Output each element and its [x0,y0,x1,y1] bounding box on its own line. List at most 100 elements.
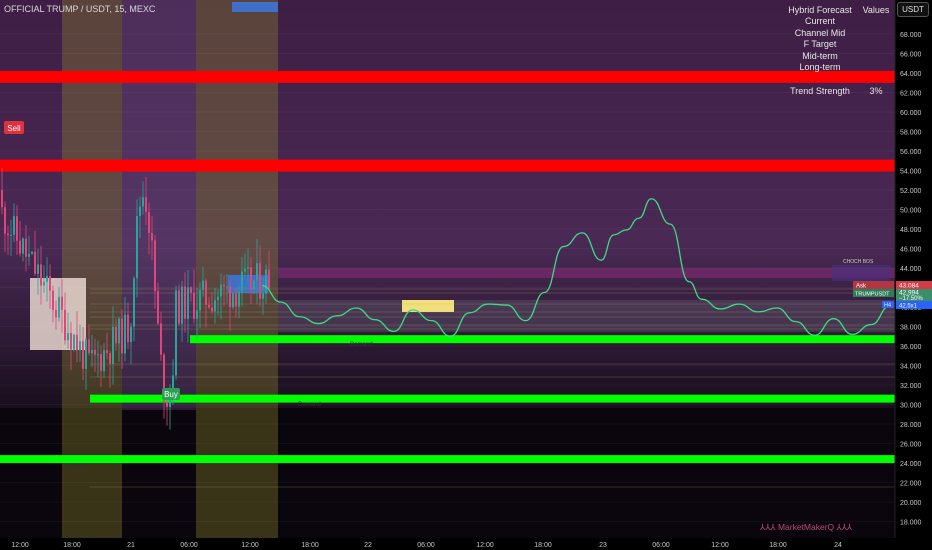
candle-body [22,238,24,254]
time-tick: 18:00 [63,542,81,549]
row-label: Long-term [799,62,841,73]
candle-body [238,291,240,307]
candle-body [130,326,132,343]
candle-body [178,290,180,324]
row-label: Current [804,16,835,27]
candle-body [232,293,234,308]
price-tick: 46.000 [900,247,922,254]
candle-body [55,310,57,318]
candle-body [217,296,219,301]
currency-button[interactable]: USDT [897,2,929,17]
table-row: Long-term [782,62,894,74]
symbol-title[interactable]: OFFICIAL TRUMP / USDT, 15, MEXC [4,4,155,14]
row-label: F Target [803,39,837,50]
candle-body [187,287,189,319]
candle-body [82,341,84,369]
demand-label-2: Demand [298,402,321,408]
candle-body [220,284,222,297]
candle-body [67,332,69,341]
order-block-top [232,2,278,12]
candle-body [235,293,237,307]
table-row: F Target [782,39,894,51]
time-tick: 23 [599,542,607,549]
time-tick: 06:00 [417,542,435,549]
supply-level [0,159,895,172]
candle-body [166,402,168,407]
candle-body [31,251,33,254]
candle-body [205,280,207,305]
candle-body [115,326,117,344]
candle-body [244,268,246,272]
candle-body [181,286,183,324]
candle-body [103,350,105,372]
candle-body [202,280,204,290]
demand-level [190,335,895,344]
candle-body [262,293,264,299]
price-tick: 24.000 [900,461,922,468]
candle-body [100,354,102,372]
time-tick: 18:00 [769,542,787,549]
price-tick: 68.000 [900,32,922,39]
candle-body [10,234,12,236]
candle-body [70,332,72,350]
time-tick: 24 [834,542,842,549]
candle-body [199,289,201,311]
price-tick: 64.000 [900,71,922,78]
candle-body [196,310,198,319]
price-tick: 56.000 [900,149,922,156]
candle-body [259,263,261,299]
candle-body [46,275,48,282]
row-label: Mid-term [802,50,838,61]
candle-body [127,314,129,343]
candle-body [229,286,231,308]
price-tick: 48.000 [900,227,922,234]
choch-table-box [832,265,890,281]
sell-label: Sell [7,124,21,133]
candle-body [256,263,258,281]
candle-body [109,353,111,364]
ask-price: 43.084 [899,283,919,290]
price-tick: 62.000 [900,91,922,98]
candle-body [13,216,15,235]
candle-body [76,334,78,351]
candle-body [79,341,81,351]
price-tick: 30.000 [900,403,922,410]
candle-body [52,290,54,311]
candle-body [223,284,225,287]
candle-body [241,271,243,292]
buy-label: Buy [164,390,178,399]
candle-body [25,238,27,257]
time-tick: 18:00 [301,542,319,549]
candle-body [154,240,156,291]
price-tick: 44.000 [900,266,922,273]
supply-level [0,70,895,83]
candle-body [16,216,18,241]
price-tick: 36.000 [900,344,922,351]
candle-body [250,267,252,290]
candle-body [265,269,267,294]
price-tick: 28.000 [900,422,922,429]
time-tick: 12:00 [476,542,494,549]
demand-level [90,394,895,403]
candle-body [97,354,99,356]
choch-bos-label: CHOCH BOS [843,259,874,265]
candle-body [136,216,138,279]
price-tick: 60.000 [900,110,922,117]
candle-body [85,339,87,369]
trend-strength-row: Trend Strength 3% [782,85,894,97]
candle-body [73,334,75,350]
table-header-forecast: Hybrid Forecast [788,4,852,15]
time-tick: 12:00 [11,542,29,549]
candle-body [190,287,192,293]
candle-body [106,350,108,354]
candle-body [151,233,153,241]
purple-session-zone [122,0,196,410]
candle-body [139,206,141,217]
demand-label-1: Demand [350,342,373,348]
last-symbol: TRUMPUSDT [855,292,890,298]
candle-body [133,278,135,327]
price-tick: 52.000 [900,188,922,195]
candle-body [268,269,270,290]
candle-body [121,318,123,354]
price-tick: 22.000 [900,481,922,488]
